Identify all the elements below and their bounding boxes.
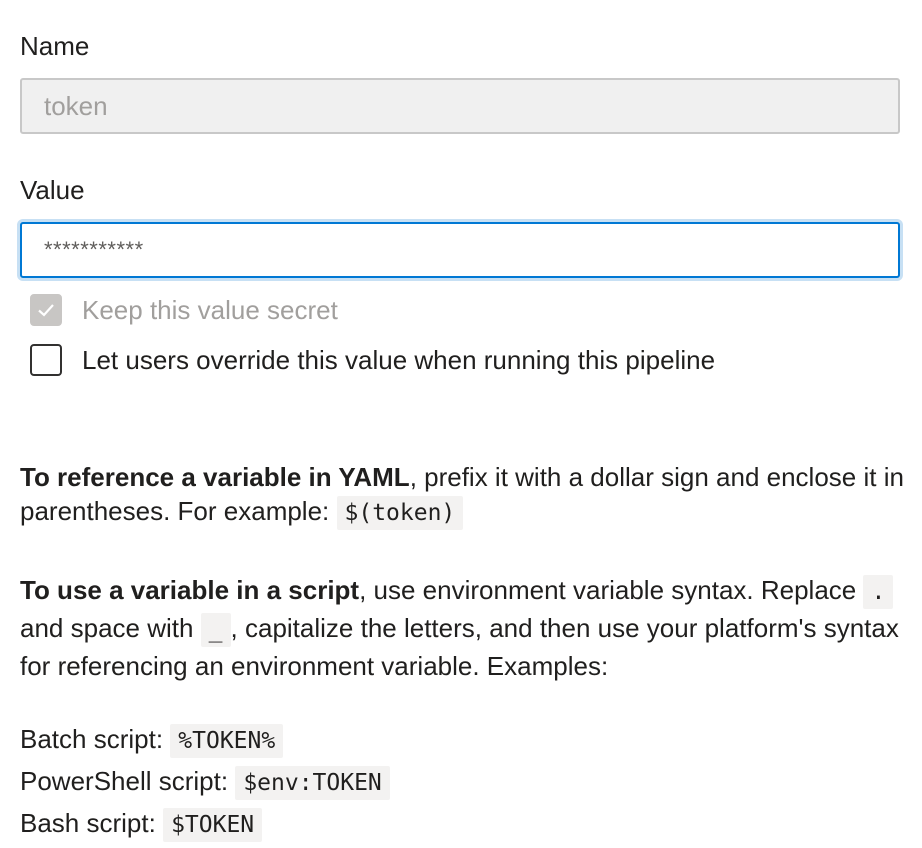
- example-label: PowerShell script:: [20, 766, 236, 796]
- example-code: %TOKEN%: [170, 724, 284, 758]
- examples-list: Batch script: %TOKEN% PowerShell script:…: [20, 719, 910, 845]
- name-input: token: [20, 78, 900, 134]
- secret-checkbox: [30, 294, 62, 326]
- example-batch: Batch script: %TOKEN%: [20, 719, 910, 761]
- name-input-value: token: [44, 90, 108, 121]
- value-input[interactable]: ***********: [20, 222, 900, 278]
- override-checkbox-row[interactable]: Let users override this value when runni…: [30, 344, 715, 376]
- yaml-help-bold: To reference a variable in YAML: [20, 462, 410, 492]
- example-label: Bash script:: [20, 808, 164, 838]
- value-label: Value: [20, 175, 85, 205]
- script-help-body-1: , use environment variable syntax. Repla…: [359, 575, 864, 605]
- name-label: Name: [20, 31, 90, 61]
- secret-checkbox-row: Keep this value secret: [30, 294, 338, 326]
- example-powershell: PowerShell script: $env:TOKEN: [20, 761, 910, 803]
- yaml-help-text: To reference a variable in YAML, prefix …: [20, 460, 910, 530]
- example-code: $env:TOKEN: [235, 766, 390, 800]
- secret-checkbox-label: Keep this value secret: [82, 294, 338, 325]
- value-input-value: ***********: [44, 237, 144, 262]
- script-help-body-2: and space with: [20, 613, 201, 643]
- checkmark-icon: [38, 304, 54, 317]
- underscore-code: _: [200, 613, 231, 647]
- example-label: Batch script:: [20, 724, 171, 754]
- dot-code: .: [863, 575, 894, 609]
- yaml-example-code: $(token): [336, 496, 464, 530]
- script-help-bold: To use a variable in a script: [20, 575, 360, 605]
- example-code: $TOKEN: [163, 808, 263, 842]
- script-help-text: To use a variable in a script, use envir…: [20, 572, 910, 684]
- override-checkbox-label[interactable]: Let users override this value when runni…: [82, 345, 715, 376]
- override-checkbox[interactable]: [30, 344, 62, 376]
- example-bash: Bash script: $TOKEN: [20, 803, 910, 845]
